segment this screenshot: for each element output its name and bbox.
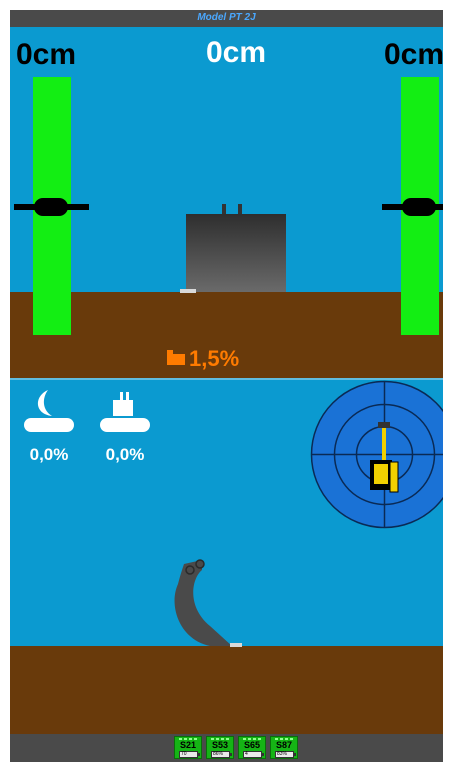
model-title: Model PT 2J (197, 12, 256, 23)
body-tilt-sensor: 0,0% (100, 388, 150, 465)
bucket-tilt-sensor: 0,0% (24, 388, 74, 465)
sensor-badge-label: S53 (211, 740, 228, 750)
bucket-side-icon (174, 559, 242, 647)
sensor-badge[interactable]: S87 83% (270, 736, 298, 759)
sensor-badge[interactable]: S21 70 (174, 736, 202, 759)
slope-value: 1,5% (189, 346, 240, 371)
excavator-body-icon (100, 392, 150, 432)
body-tilt-value: 0,0% (105, 445, 145, 464)
moon-bucket-icon (24, 390, 74, 432)
left-height-readout: 0cm (16, 38, 77, 71)
slope-indicator: 1,5% (167, 346, 239, 372)
battery-icon: 83% (275, 751, 296, 758)
bucket-tilt-value: 0,0% (29, 445, 69, 464)
machine-guidance-screen: Model PT 2J 0cm 0cm 0cm 1,5% 0,0% 0,0% S… (10, 10, 443, 762)
sensor-badge[interactable]: S53 86% (206, 736, 234, 759)
battery-icon: 4 (243, 751, 264, 758)
lower-ground (10, 646, 443, 734)
battery-icon: 70 (179, 751, 200, 758)
left-gauge-marker (34, 198, 68, 216)
bucket-front-icon (180, 204, 286, 293)
position-target (310, 380, 443, 529)
status-bar: S21 70 S53 86% S65 4 S87 83% (10, 734, 443, 762)
center-height-readout: 0cm (206, 36, 267, 69)
sensor-badge-label: S21 (179, 740, 196, 750)
battery-icon: 86% (211, 751, 232, 758)
sensor-badge[interactable]: S65 4 (238, 736, 266, 759)
title-bar: Model PT 2J (10, 10, 443, 27)
sensor-badge-label: S65 (243, 740, 260, 750)
right-height-readout: 0cm (384, 38, 443, 71)
sensor-badges: S21 70 S53 86% S65 4 S87 83% (174, 736, 298, 759)
right-gauge-marker (402, 198, 436, 216)
slope-icon (167, 349, 185, 365)
sensor-badge-label: S87 (275, 740, 292, 750)
